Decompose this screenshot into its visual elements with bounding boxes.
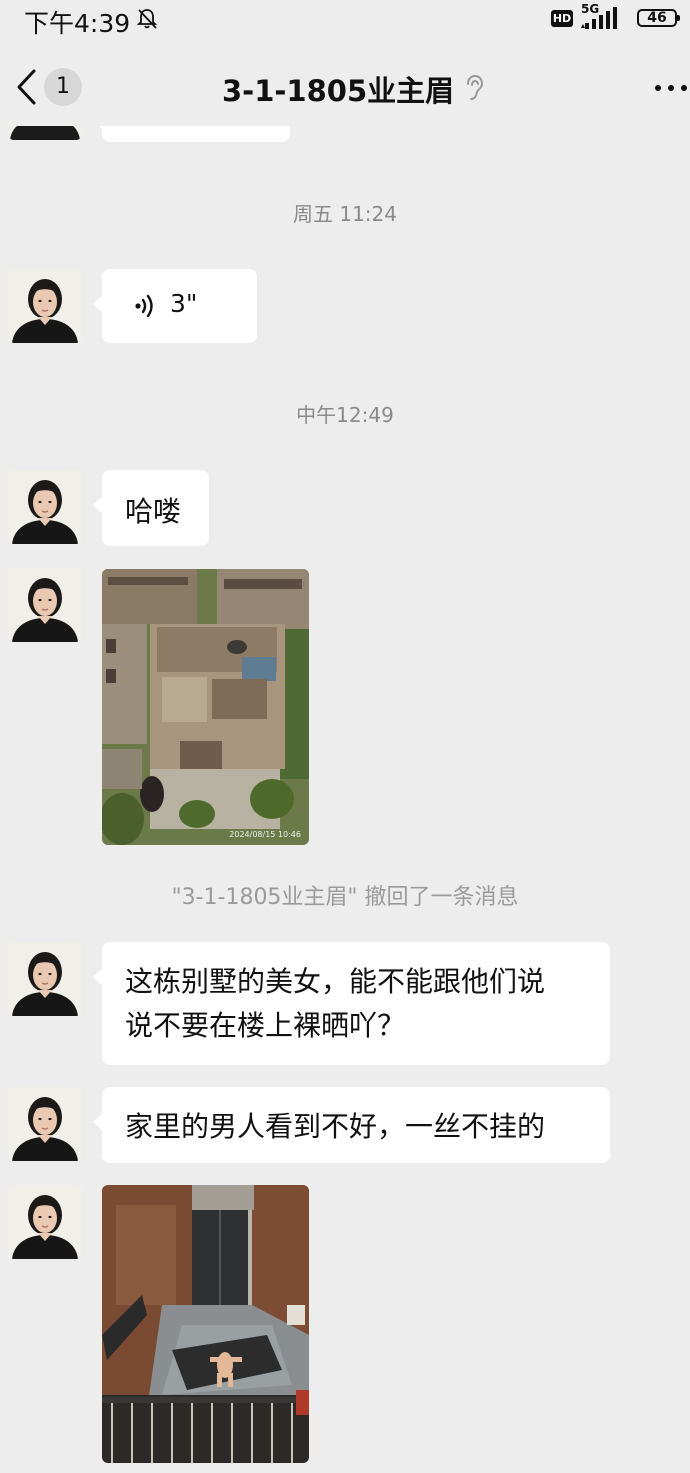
rooftop-photo — [102, 1185, 309, 1463]
status-time: 下午4:39 — [24, 9, 131, 38]
photo-timestamp-overlay: 2024/08/15 10:46 — [229, 830, 301, 839]
avatar-image — [8, 1087, 82, 1161]
battery-indicator: 46 — [637, 9, 680, 27]
back-arrow-icon[interactable] — [14, 68, 38, 106]
avatar-image — [8, 1185, 82, 1259]
ear-icon — [467, 74, 484, 100]
avatar[interactable] — [8, 126, 82, 140]
avatar-image — [8, 470, 82, 544]
chat-title: 3-1-1805业主眉 — [222, 74, 455, 108]
message-text-line: 这栋别墅的美女，能不能跟他们说 — [125, 965, 546, 998]
timestamp: 周五 11:24 — [293, 202, 397, 226]
avatar[interactable] — [8, 1087, 82, 1161]
status-bar: 下午4:39 HD 5G 46 — [0, 0, 690, 40]
image-message-rooftop[interactable] — [102, 1185, 309, 1463]
avatar-image — [8, 942, 82, 1016]
voice-duration: 3" — [170, 289, 198, 318]
message-text: 家里的男人看到不好，一丝不挂的 — [125, 1110, 546, 1143]
voice-wave-icon — [135, 294, 153, 318]
text-message-bubble[interactable]: 这栋别墅的美女，能不能跟他们说 说不要在楼上裸晒吖？ — [93, 942, 610, 1065]
message-text: 哈喽 — [125, 495, 182, 528]
unread-count-badge[interactable]: 1 — [44, 68, 82, 106]
message-bubble-partial[interactable] — [93, 126, 290, 142]
avatar[interactable] — [8, 470, 82, 544]
image-message-villa-aerial[interactable]: 2024/08/15 10:46 — [102, 569, 309, 845]
signal-icon — [581, 7, 617, 29]
text-message-bubble[interactable]: 家里的男人看到不好，一丝不挂的 — [93, 1087, 610, 1163]
text-message-bubble[interactable]: 哈喽 — [93, 470, 209, 546]
avatar[interactable] — [8, 1185, 82, 1259]
message-text-line: 说不要在楼上裸晒吖？ — [125, 1009, 406, 1042]
voice-message-bubble[interactable]: 3" — [93, 269, 257, 343]
battery-level: 46 — [647, 10, 667, 26]
avatar[interactable] — [8, 942, 82, 1016]
avatar-image — [8, 126, 82, 140]
chat-header: 1 3-1-1805业主眉 — [0, 52, 690, 126]
more-options-icon[interactable] — [654, 84, 688, 92]
avatar[interactable] — [8, 568, 82, 642]
hd-badge: HD — [551, 10, 573, 27]
avatar[interactable] — [8, 269, 82, 343]
chat-message-list[interactable]: 周五 11:24 3" 中午12:49 哈喽 2024/08/15 10:46 … — [0, 126, 690, 1473]
villa-aerial-photo — [102, 569, 309, 845]
recall-notice: "3-1-1805业主眉" 撤回了一条消息 — [171, 885, 519, 910]
avatar-image — [8, 269, 82, 343]
timestamp: 中午12:49 — [296, 403, 394, 427]
bell-off-icon — [136, 9, 158, 29]
avatar-image — [8, 568, 82, 642]
